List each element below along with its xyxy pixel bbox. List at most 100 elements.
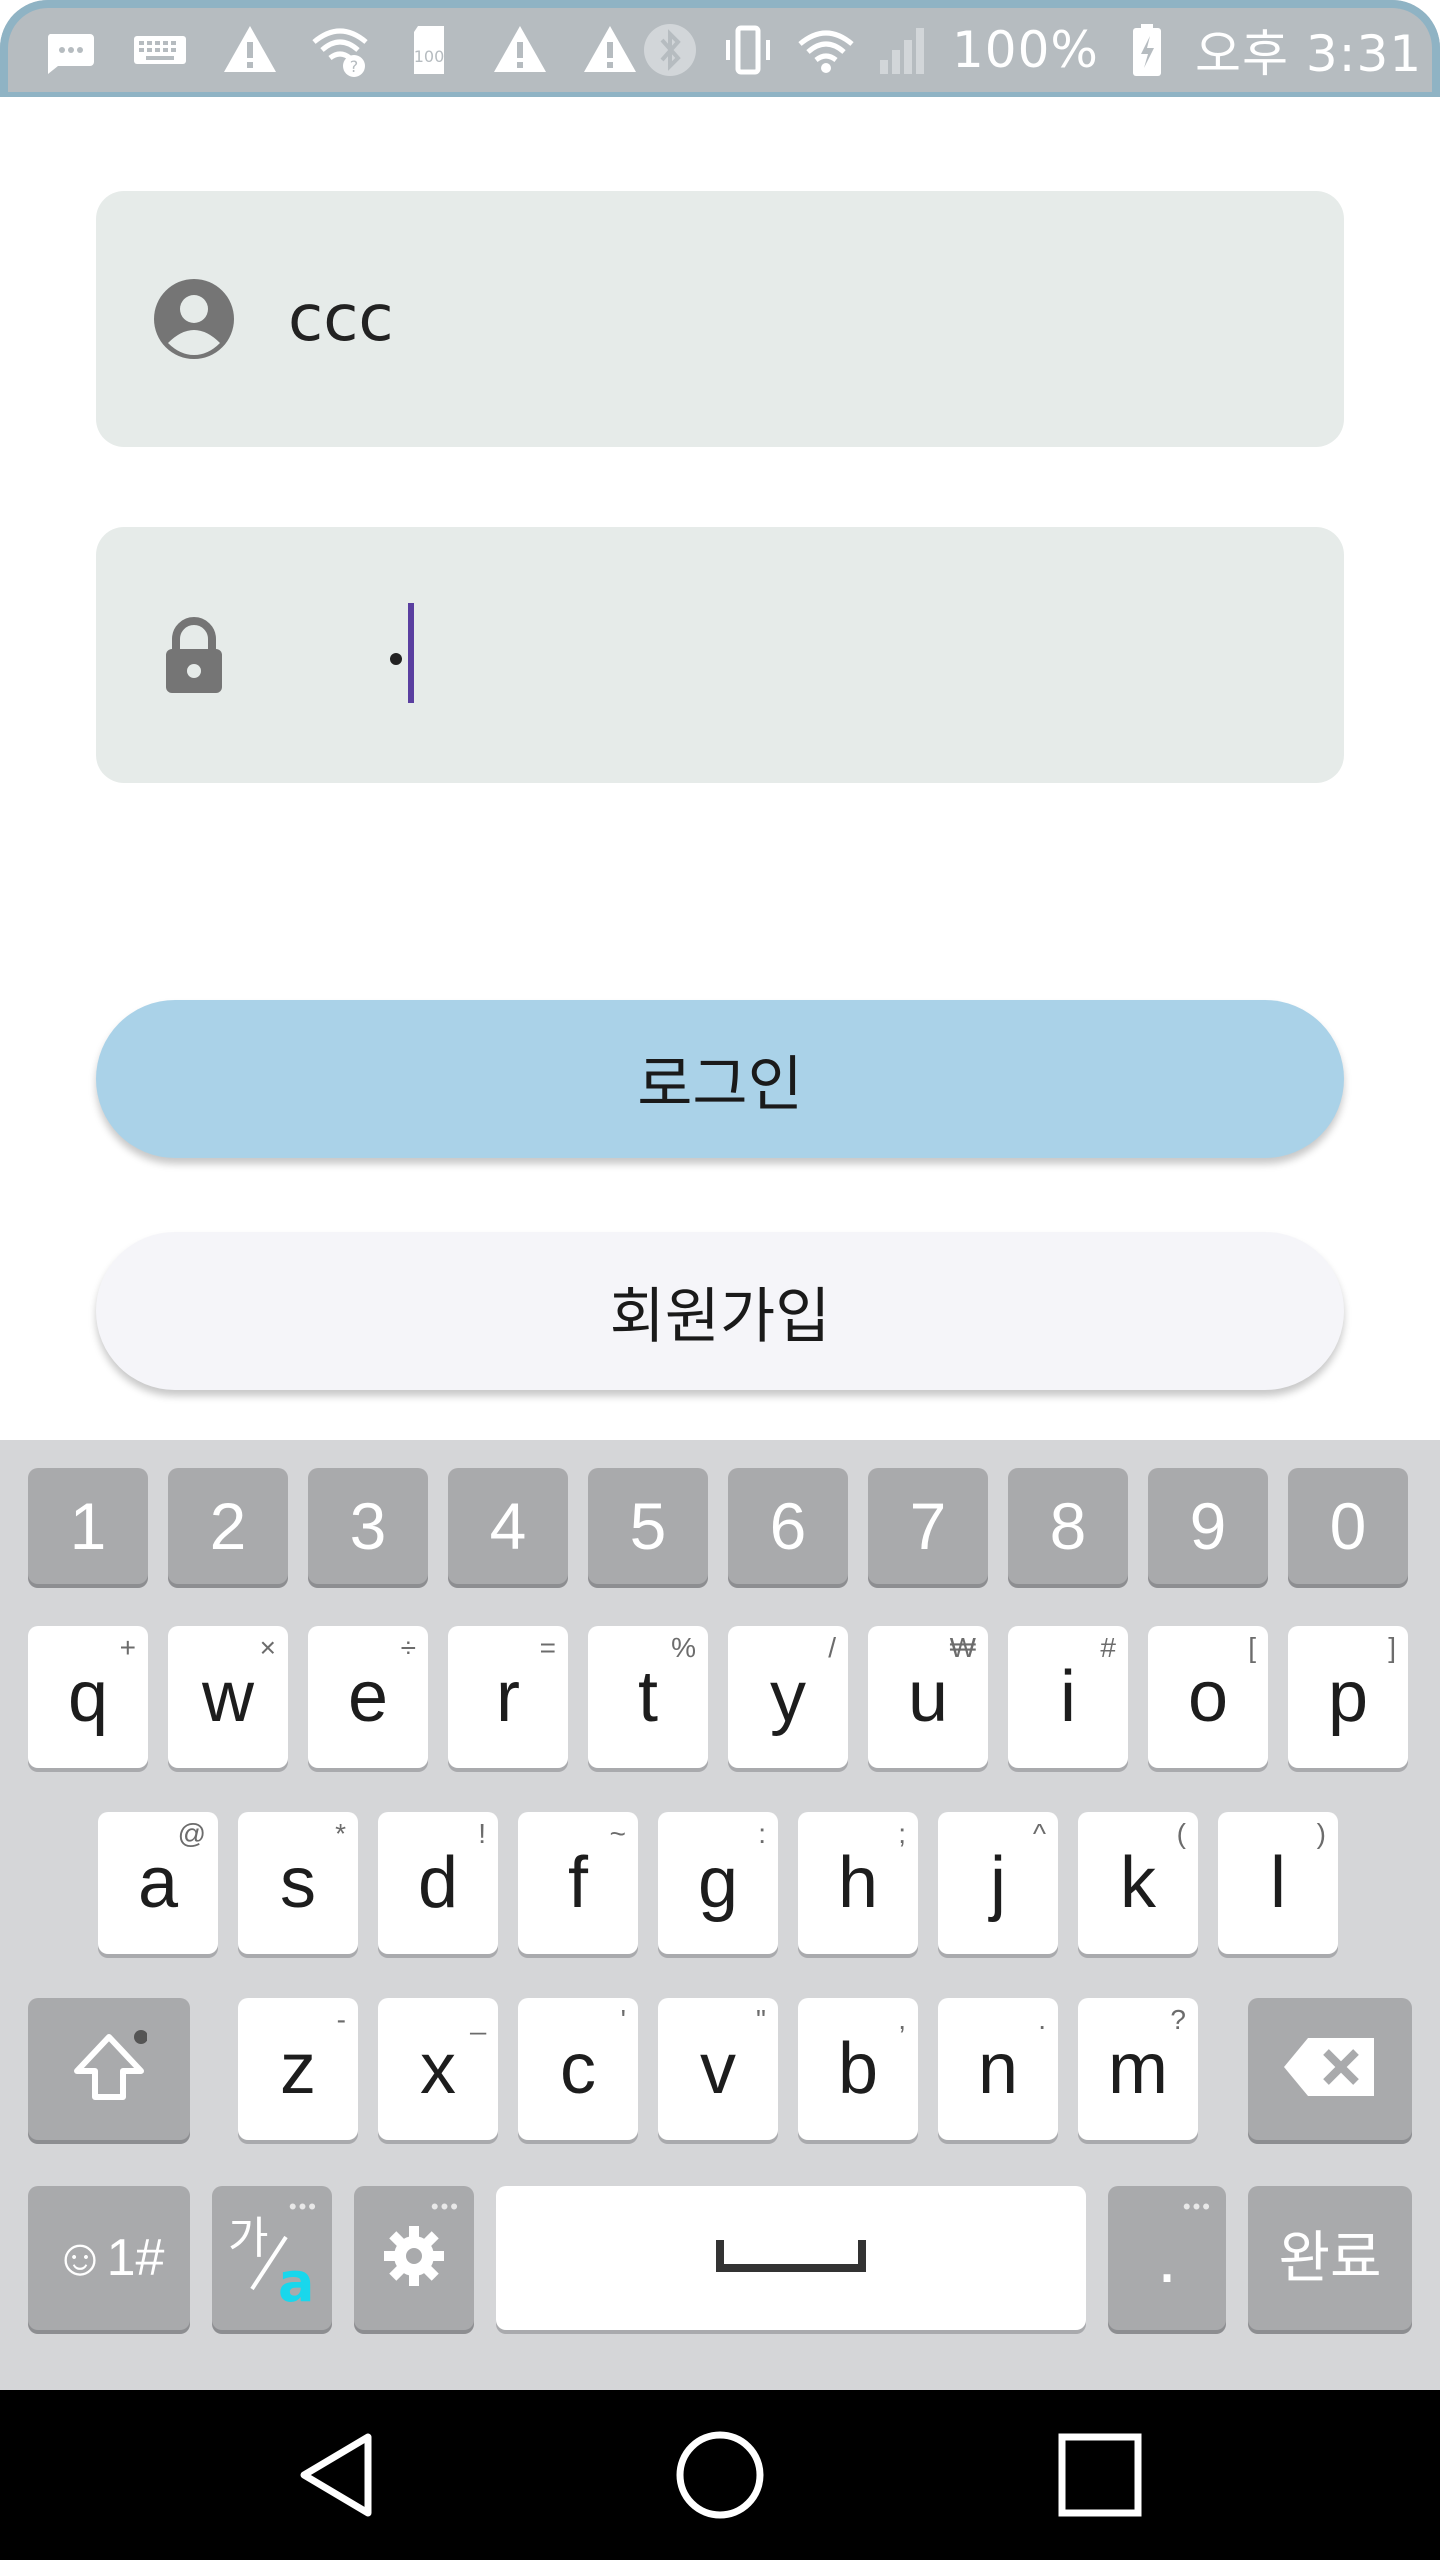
key-q[interactable]: q +: [28, 1626, 148, 1768]
more-notifications-icon: [40, 20, 100, 80]
keyboard-icon: [130, 20, 190, 80]
backspace-key[interactable]: [1248, 1998, 1412, 2140]
username-field[interactable]: ccc: [96, 191, 1344, 447]
key-e[interactable]: e ÷: [308, 1626, 428, 1768]
home-icon[interactable]: [670, 2425, 770, 2525]
key-d[interactable]: d!: [378, 1812, 498, 1954]
key-2[interactable]: 2: [168, 1468, 288, 1584]
key-v[interactable]: v ": [658, 1998, 778, 2140]
key-2-label: 2: [209, 1489, 247, 1563]
key-g[interactable]: g:: [658, 1812, 778, 1954]
key-e-alt-label: ÷: [400, 1632, 416, 1663]
key-r-label: r: [496, 1657, 520, 1737]
gear-icon: [382, 2224, 446, 2293]
symbol-key[interactable]: ☺1#: [28, 2186, 190, 2330]
settings-key[interactable]: •••: [354, 2186, 474, 2330]
language-toggle-key[interactable]: ••• 가 a: [212, 2186, 332, 2330]
key-a[interactable]: a @: [98, 1812, 218, 1954]
key-j[interactable]: j ^: [938, 1812, 1058, 1954]
key-d-alt-label: !: [478, 1818, 486, 1849]
svg-text:100: 100: [414, 47, 445, 66]
password-field[interactable]: [96, 527, 1344, 783]
key-o-alt-label: [: [1248, 1632, 1256, 1663]
key-8[interactable]: 8: [1008, 1468, 1128, 1584]
key-a-alt-label: @: [177, 1818, 206, 1849]
key-h[interactable]: h;: [798, 1812, 918, 1954]
key-b[interactable]: b,: [798, 1998, 918, 2140]
key-o[interactable]: o[: [1148, 1626, 1268, 1768]
svg-text:a: a: [278, 2251, 314, 2311]
key-b-label: b: [837, 2029, 879, 2109]
account-circle-icon: [152, 277, 236, 361]
key-n[interactable]: n.: [938, 1998, 1058, 2140]
key-n-label: n: [977, 2029, 1019, 2109]
key-z[interactable]: z-: [238, 1998, 358, 2140]
key-s[interactable]: s *: [238, 1812, 358, 1954]
battery-charging-icon: [1117, 20, 1177, 80]
key-5-label: 5: [629, 1489, 667, 1563]
period-key-label: .: [1156, 2218, 1177, 2298]
navigation-bar: [0, 2390, 1440, 2560]
key-q-alt-label: +: [119, 1632, 136, 1663]
key-c[interactable]: c ': [518, 1998, 638, 2140]
key-y[interactable]: y /: [728, 1626, 848, 1768]
done-key-label: 완료: [1278, 2226, 1382, 2289]
key-u-label: u: [907, 1657, 949, 1737]
key-l[interactable]: l): [1218, 1812, 1338, 1954]
key-7[interactable]: 7: [868, 1468, 988, 1584]
key-f-label: f: [567, 1843, 588, 1923]
signal-icon: [874, 20, 934, 80]
signup-button[interactable]: 회원가입: [96, 1232, 1344, 1390]
back-icon[interactable]: [290, 2425, 390, 2525]
key-j-alt-label: ^: [1032, 1818, 1046, 1849]
notification-icons: ? 100: [40, 20, 640, 80]
space-bar[interactable]: [496, 2186, 1086, 2330]
bluetooth-icon: [640, 20, 700, 80]
shift-key[interactable]: [28, 1998, 190, 2140]
long-press-indicator: •••: [1182, 2194, 1212, 2219]
key-z-alt-label: -: [336, 2004, 346, 2035]
period-key[interactable]: . •••: [1108, 2186, 1226, 2330]
key-5[interactable]: 5: [588, 1468, 708, 1584]
done-key[interactable]: 완료: [1248, 2186, 1412, 2330]
wifi-icon: [796, 20, 856, 80]
svg-text:가: 가: [228, 2213, 268, 2264]
key-h-label: h: [837, 1843, 879, 1923]
key-6-label: 6: [769, 1489, 807, 1563]
key-y-label: y: [770, 1657, 806, 1737]
wifi-question-icon: ?: [310, 20, 370, 80]
login-button[interactable]: 로그인: [96, 1000, 1344, 1158]
key-p-alt-label: ]: [1388, 1632, 1396, 1663]
key-4[interactable]: 4: [448, 1468, 568, 1584]
key-k[interactable]: k(: [1078, 1812, 1198, 1954]
key-1[interactable]: 1: [28, 1468, 148, 1584]
key-0[interactable]: 0: [1288, 1468, 1408, 1584]
backspace-icon: [1280, 2034, 1380, 2105]
key-t[interactable]: t%: [588, 1626, 708, 1768]
key-3[interactable]: 3: [308, 1468, 428, 1584]
key-k-alt-label: (: [1176, 1818, 1186, 1849]
long-press-indicator: •••: [430, 2194, 460, 2219]
key-w[interactable]: w ×: [168, 1626, 288, 1768]
key-x[interactable]: x _: [378, 1998, 498, 2140]
key-m[interactable]: m?: [1078, 1998, 1198, 2140]
key-r[interactable]: r =: [448, 1626, 568, 1768]
key-r-alt-label: =: [539, 1632, 556, 1663]
key-u[interactable]: u ₩: [868, 1626, 988, 1768]
key-i[interactable]: i #: [1008, 1626, 1128, 1768]
key-4-label: 4: [489, 1489, 527, 1563]
key-p[interactable]: p]: [1288, 1626, 1408, 1768]
key-c-alt-label: ': [620, 2004, 626, 2035]
text-cursor: [408, 603, 414, 703]
key-0-label: 0: [1329, 1489, 1367, 1563]
key-b-alt-label: ,: [898, 2004, 906, 2035]
key-9[interactable]: 9: [1148, 1468, 1268, 1584]
key-t-label: t: [637, 1657, 658, 1737]
key-s-alt-label: *: [335, 1818, 346, 1849]
long-press-indicator: •••: [288, 2194, 318, 2219]
recents-icon[interactable]: [1050, 2425, 1150, 2525]
key-z-label: z: [280, 2029, 316, 2109]
key-6[interactable]: 6: [728, 1468, 848, 1584]
key-f[interactable]: f ~: [518, 1812, 638, 1954]
key-p-label: p: [1327, 1657, 1369, 1737]
